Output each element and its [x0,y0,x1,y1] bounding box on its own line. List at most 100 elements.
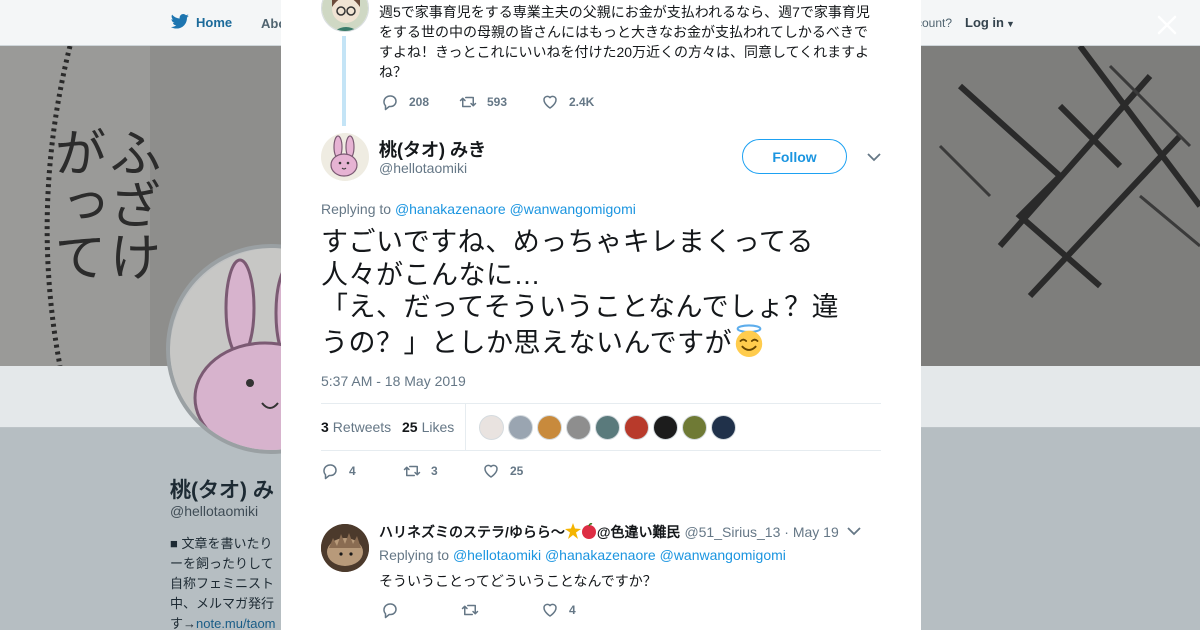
twitter-bird-icon [170,14,189,29]
heart-icon [543,603,557,617]
like-button[interactable]: 25 [482,462,523,480]
bio-line: ーを飼ったりして [170,556,274,571]
reply-author-handle[interactable]: @51_Sirius_13 [684,524,780,540]
parent-reply-button[interactable]: 208 [381,93,459,111]
close-modal-button[interactable] [1154,12,1180,38]
liker-avatar[interactable] [682,415,707,440]
nav-login-button[interactable]: Log in ▼ [965,15,1015,30]
author-handle[interactable]: @hellotaomiki [379,160,467,176]
parent-like-button[interactable]: 2.4K [541,93,594,111]
tweet-text: すごいですね、めっちゃキレまくってる 人々がこんなに… 「え、だってそういうこと… [321,226,881,359]
tweet-actions: 4 3 25 [321,462,523,480]
like-label: Likes [421,419,455,435]
parent-retweet-button[interactable]: 593 [459,93,541,111]
retweet-icon [461,604,479,616]
retweet-icon [459,96,477,108]
tweet-stats: 3 Retweets 25 Likes [321,403,881,451]
reply-replying-to-line: Replying to @hellotaomiki @hanakazenaore… [379,547,786,563]
tweet-text-line: うの？」としか思えないんですが [321,327,733,358]
bio-link[interactable]: note.mu/taom [196,616,276,630]
parent-retweet-count: 593 [487,95,508,109]
reply-tweet-actions: 4 [381,601,576,619]
liker-avatar[interactable] [653,415,678,440]
liker-avatar[interactable] [566,415,591,440]
mention-link[interactable]: @hanakazenaore [395,201,506,217]
reply-like-button[interactable]: 4 [541,601,576,619]
mention-link[interactable]: @wanwangomigomi [510,201,636,217]
like-count: 25 [402,419,418,435]
profile-name: 桃(タオ) み [170,479,274,502]
red-apple-icon [581,523,596,539]
profile-bio: ■ 文章を書いたり ーを飼ったりして 自称フェミニスト 中、メルマガ発行 す→n… [170,534,285,630]
liker-avatar[interactable] [711,415,736,440]
liker-avatar[interactable] [624,415,649,440]
reply-icon [383,95,397,111]
reply-button[interactable]: 4 [321,462,403,480]
like-action-count: 25 [510,464,524,478]
follow-button[interactable]: Follow [742,139,847,174]
tweet-modal: 週5で家事育児をする専業主夫の父親にお金が支払われるなら、週7で家事育児をする世… [281,0,921,630]
liker-avatar[interactable] [595,415,620,440]
nav-login-label: Log in [965,15,1004,30]
reply-separator: · [784,524,789,540]
reply-author-name-part: @色違い難民 [596,524,681,540]
reply-count: 4 [349,464,356,478]
mention-link[interactable]: @wanwangomigomi [660,547,786,563]
close-icon [1157,15,1177,35]
smiling-face-with-halo-icon [735,323,763,357]
parent-tweet-text: 週5で家事育児をする専業主夫の父親にお金が支払われるなら、週7で家事育児をする世… [379,4,870,80]
parent-tweet: 週5で家事育児をする専業主夫の父親にお金が支払われるなら、週7で家事育児をする世… [281,0,921,126]
retweet-action-count: 3 [431,464,438,478]
reply-author-name[interactable]: ハリネズミのステラ/ゆらら〜 @色違い難民 [379,523,681,540]
replying-to-label: Replying to [321,201,392,217]
tweet-timestamp[interactable]: 5:37 AM - 18 May 2019 [321,373,466,389]
reply-like-count: 4 [569,603,576,617]
likers-avatars [479,415,736,440]
profile-handle: @hellotaomiki [170,503,259,519]
bio-line: 中、メルマガ発行 [170,596,275,611]
heart-icon [484,464,498,478]
tweet-text-line: 「え、だってそういうことなんでしょ？違 [321,292,840,322]
chevron-down-icon[interactable] [867,152,881,162]
parent-like-count: 2.4K [569,95,595,109]
reply-header: ハリネズミのステラ/ゆらら〜 @色違い難民 @51_Sirius_13 · May… [379,522,839,542]
liker-avatar[interactable] [537,415,562,440]
replying-to-label: Replying to [379,547,450,563]
likes-stat[interactable]: 25 Likes [402,419,454,435]
caret-down-icon: ▼ [1006,19,1015,29]
retweets-stat[interactable]: 3 Retweets [321,419,391,435]
retweet-icon [403,465,421,477]
chevron-down-icon[interactable] [847,526,861,536]
author-avatar[interactable] [321,133,369,181]
reply-tweet: ハリネズミのステラ/ゆらら〜 @色違い難民 @51_Sirius_13 · May… [321,522,881,630]
reply-icon [323,464,337,480]
reply-reply-button[interactable] [381,601,461,619]
bio-line: ■ 文章を書いたり [170,536,273,551]
nav-home-link[interactable]: Home [170,14,232,30]
retweet-count: 3 [321,419,329,435]
reply-author-avatar[interactable] [321,524,369,572]
conversation-thread-line [342,36,346,126]
reply-retweet-button[interactable] [461,601,541,619]
bio-link-prefix: す→ [170,616,197,630]
glowing-star-icon [564,523,581,539]
reply-icon [383,603,397,619]
mention-link[interactable]: @hanakazenaore [545,547,656,563]
tweet-text-line: 人々がこんなに… [321,259,541,290]
tweet-author: 桃(タオ) みき @hellotaomiki Follow [321,133,881,183]
retweet-label: Retweets [332,419,392,435]
parent-tweet-avatar[interactable] [321,0,369,32]
liker-avatar[interactable] [479,415,504,440]
banner-text-column-2: がって [45,126,105,282]
replying-to-line: Replying to @hanakazenaore @wanwangomigo… [321,201,636,217]
retweet-button[interactable]: 3 [403,462,482,480]
parent-tweet-actions: 208 593 2.4K [381,93,594,111]
author-name[interactable]: 桃(タオ) みき [379,136,486,162]
reply-tweet-text: そういうことってどういうことなんですか？ [379,573,657,589]
reply-date[interactable]: May 19 [793,524,839,540]
banner-text-column-1: ふざけ [100,126,160,282]
mention-link[interactable]: @hellotaomiki [453,547,541,563]
stats-divider [465,404,466,451]
liker-avatar[interactable] [508,415,533,440]
parent-reply-count: 208 [409,95,430,109]
